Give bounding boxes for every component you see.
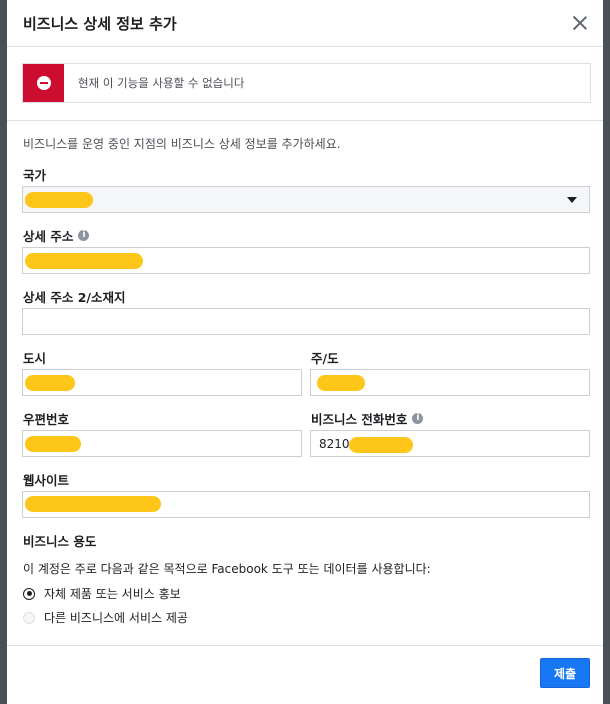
redacted-country [25, 192, 93, 208]
postal-label: 우편번호 [23, 409, 69, 428]
postal-label-text: 우편번호 [23, 412, 70, 427]
error-icon [36, 76, 51, 90]
city-label: 도시 [23, 348, 46, 367]
address2-label-text: 상세 주소 2/소재지 [23, 290, 126, 305]
divider [7, 120, 603, 121]
address-label: 상세 주소 i [23, 226, 90, 245]
state-label: 주/도 [311, 348, 339, 367]
phone-label-text: 비즈니스 전화번호 [311, 412, 408, 427]
usage-label-text: 비즈니스 용도 [23, 534, 97, 549]
address2-label: 상세 주소 2/소재지 [23, 287, 125, 306]
address2-field[interactable] [22, 308, 590, 335]
usage-question: 이 계정은 주로 다음과 같은 목적으로 Facebook 도구 또는 데이터를… [23, 562, 431, 576]
city-field[interactable] [22, 369, 302, 396]
state-field[interactable] [310, 369, 590, 396]
info-icon[interactable]: i [78, 230, 90, 241]
redacted-state [317, 375, 365, 391]
footer-divider [7, 645, 603, 646]
country-label-text: 국가 [23, 168, 47, 183]
website-label-text: 웹사이트 [23, 473, 70, 488]
intro-text: 비즈니스를 운영 중인 지점의 비즈니스 상세 정보를 추가하세요. [23, 137, 341, 151]
phone-field[interactable]: 8210 [310, 430, 590, 457]
usage-option-others-label: 다른 비즈니스에 서비스 제공 [44, 611, 188, 625]
state-label-text: 주/도 [311, 351, 339, 366]
address-field[interactable] [22, 247, 590, 274]
unavailable-alert: 현재 이 기능을 사용할 수 없습니다 [22, 63, 591, 103]
close-icon[interactable] [571, 14, 589, 32]
redacted-city [25, 375, 75, 391]
dropdown-caret-icon [567, 197, 577, 203]
phone-prefix: 8210 [319, 436, 350, 451]
redacted-phone [349, 437, 413, 453]
redacted-address [25, 253, 143, 269]
address-label-text: 상세 주소 [23, 229, 74, 244]
usage-option-others[interactable]: 다른 비즈니스에 서비스 제공 [23, 609, 188, 626]
alert-text: 현재 이 기능을 사용할 수 없습니다 [78, 76, 245, 90]
usage-option-own[interactable]: 자체 제품 또는 서비스 홍보 [23, 585, 181, 602]
website-field[interactable] [22, 491, 590, 518]
redacted-postal [25, 436, 81, 452]
dialog-header: 비즈니스 상세 정보 추가 [7, 0, 603, 47]
phone-label: 비즈니스 전화번호 i [311, 409, 424, 428]
info-icon[interactable]: i [412, 413, 424, 424]
usage-label: 비즈니스 용도 [23, 531, 96, 550]
usage-option-own-label: 자체 제품 또는 서비스 홍보 [44, 587, 181, 601]
website-label: 웹사이트 [23, 470, 69, 489]
postal-field[interactable] [22, 430, 302, 457]
radio-unselected[interactable] [23, 611, 35, 624]
dialog-title: 비즈니스 상세 정보 추가 [23, 14, 177, 33]
business-details-dialog: 비즈니스 상세 정보 추가 현재 이 기능을 사용할 수 없습니다 비즈니스를 … [7, 0, 603, 704]
city-label-text: 도시 [23, 351, 47, 366]
country-select[interactable] [22, 186, 590, 213]
radio-selected[interactable] [23, 587, 35, 600]
alert-icon-box [23, 64, 64, 102]
redacted-website [25, 496, 161, 512]
country-label: 국가 [23, 165, 46, 184]
submit-button[interactable]: 제출 [540, 658, 590, 688]
